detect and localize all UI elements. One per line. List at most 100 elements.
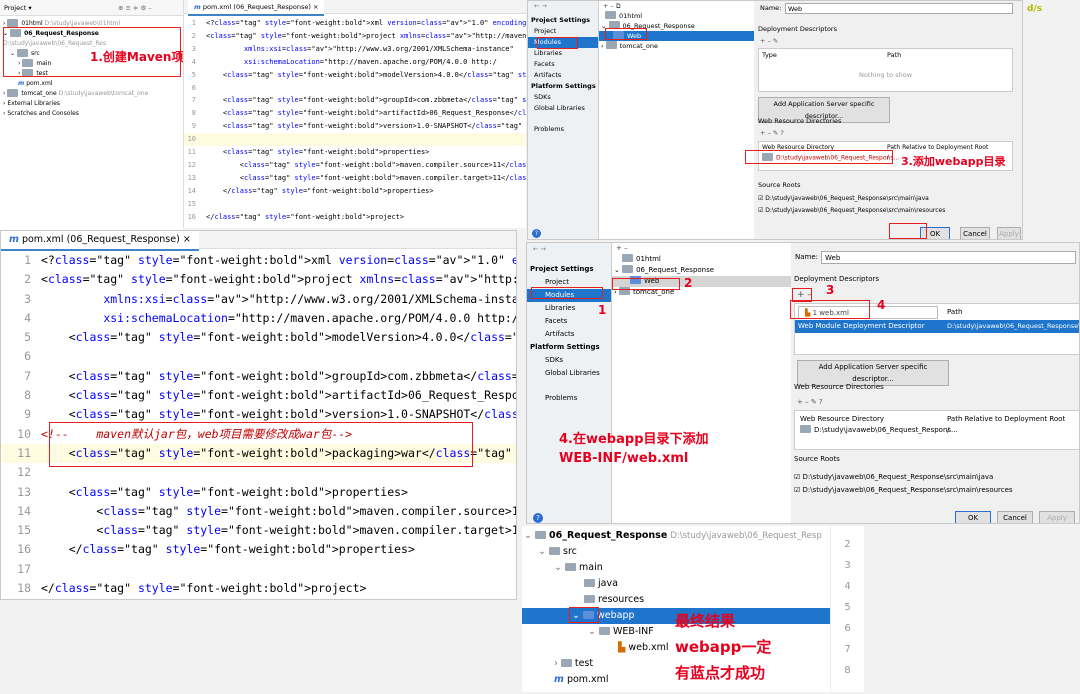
big-code-line[interactable]: 6 (1, 347, 516, 366)
big-code-line-text: xmlns:xsi=class="av">"http://www.w3.org/… (103, 291, 517, 306)
final-tree-src[interactable]: ⌄ src (522, 544, 830, 560)
dialog2-src-1[interactable]: ☑ D:\study\javaweb\06_Request_Response\s… (794, 473, 993, 481)
final-tree-main[interactable]: ⌄ main (522, 560, 830, 576)
dialog2-module-06[interactable]: ⌄ 06_Request_Response (612, 265, 791, 276)
dialog1-module-toolbar[interactable]: + – ⧉ (599, 1, 754, 11)
small-code-area[interactable]: 1 <?class="tag" style="font-weight:bold">… (184, 14, 526, 224)
dialog2-wrd-toolbar[interactable]: + – ✎ ? (797, 398, 823, 406)
small-code-line[interactable]: 11 <class="tag" style="font-weight:bold"… (184, 146, 526, 159)
big-code-line[interactable]: 5 <class="tag" style="font-weight:bold">… (1, 328, 516, 347)
small-code-line[interactable]: 5 <class="tag" style="font-weight:bold">… (184, 69, 526, 82)
toolbar-icons[interactable]: ⊕ ≡ ≑ ⚙ – (118, 0, 152, 16)
dialog2-wrd-table[interactable]: Web Resource Directory Path Relative to … (794, 410, 1079, 450)
tree-item-scratches[interactable]: › Scratches and Consoles (0, 109, 183, 119)
dialog2-module-01html[interactable]: 01html (612, 254, 791, 265)
big-code-line[interactable]: 1 <?class="tag" style="font-weight:bold">… (1, 251, 516, 270)
big-code-line-number: 18 (17, 581, 31, 596)
dialog1-help-icon[interactable]: ? (532, 229, 541, 238)
dialog2-module-toolbar[interactable]: + – (612, 243, 791, 254)
small-code-line-number: 13 (187, 173, 196, 182)
dialog1-side-artifacts[interactable]: Artifacts (528, 70, 598, 81)
dialog2-cancel-button[interactable]: Cancel (997, 511, 1033, 523)
small-code-line[interactable]: 8 <class="tag" style="font-weight:bold">… (184, 107, 526, 120)
dialog2-side-artifacts[interactable]: Artifacts (527, 328, 611, 341)
dialog1-module-tomcat[interactable]: › tomcat_one (599, 41, 754, 51)
tree-item-pom[interactable]: m pom.xml (0, 79, 183, 89)
small-code-line[interactable]: 12 <class="tag" style="font-weight:bold"… (184, 159, 526, 172)
dialog1-dd-toolbar[interactable]: + – ✎ (760, 37, 778, 45)
small-code-line-text: <class="tag" style="font-weight:bold">mo… (206, 70, 526, 79)
big-code-line[interactable]: 3 xmlns:xsi=class="av">"http://www.w3.or… (1, 290, 516, 309)
dialog2-sidebar: ← → Project Settings Project Modules Lib… (527, 243, 611, 523)
tree-item-tomcat-one[interactable]: › tomcat_one D:\study\javaweb\tomcat_one (0, 88, 183, 99)
dialog1-src-1[interactable]: ☑ D:\study\javaweb\06_Request_Response\s… (758, 195, 929, 202)
small-code-line-number: 8 (191, 109, 196, 118)
dialog2-ok-button[interactable]: OK (955, 511, 991, 523)
big-code-line[interactable]: 13 <class="tag" style="font-weight:bold"… (1, 483, 516, 502)
dialog1-side-problems[interactable]: Problems (528, 124, 598, 135)
small-editor-tab[interactable]: m pom.xml (06_Request_Response) × (188, 0, 325, 16)
dialog1-module-01html[interactable]: 01html (599, 11, 754, 21)
annotation-n2: 2 (684, 276, 693, 290)
small-code-line[interactable]: 10 (184, 133, 526, 147)
big-code-line[interactable]: 7 <class="tag" style="font-weight:bold">… (1, 367, 516, 386)
tree-item-external-libraries[interactable]: › External Libraries (0, 99, 183, 109)
dialog2-help-icon[interactable]: ? (533, 513, 543, 523)
dialog1-side-libraries[interactable]: Libraries (528, 48, 598, 59)
small-code-line-text: </class="tag" style="font-weight:bold">p… (206, 212, 405, 221)
dialog1-apply-button[interactable]: Apply (997, 227, 1021, 239)
small-code-line[interactable]: 2 <class="tag" style="font-weight:bold">p… (184, 30, 526, 43)
final-tree-resources[interactable]: resources (522, 592, 830, 608)
dialog1-nav[interactable]: ← → (528, 1, 598, 11)
small-code-line[interactable]: 14 </class="tag" style="font-weight:bold… (184, 185, 526, 198)
big-code-line[interactable]: 4 xsi:schemaLocation="http://maven.apach… (1, 309, 516, 328)
dialog1-src-2[interactable]: ☑ D:\study\javaweb\06_Request_Response\s… (758, 207, 945, 214)
dialog1-cancel-button[interactable]: Cancel (960, 227, 990, 239)
small-code-line-number: 12 (187, 160, 196, 169)
dialog2-side-global-libs[interactable]: Global Libraries (527, 367, 611, 380)
dialog2-side-h1: Project Settings (530, 265, 594, 273)
small-code-line[interactable]: 13 <class="tag" style="font-weight:bold"… (184, 172, 526, 185)
small-code-line[interactable]: 7 <class="tag" style="font-weight:bold">… (184, 94, 526, 107)
small-code-line-number: 4 (191, 57, 196, 66)
final-tree-java[interactable]: java (522, 576, 830, 592)
dialog2-apply-button[interactable]: Apply (1039, 511, 1075, 523)
dialog1-wrd-toolbar[interactable]: + – ✎ ? (760, 129, 784, 137)
small-code-line[interactable]: 3 xmlns:xsi=class="av">"http://www.w3.or… (184, 43, 526, 56)
dialog2-src-2[interactable]: ☑ D:\study\javaweb\06_Request_Response\s… (794, 486, 1013, 494)
big-code-line[interactable]: 17 (1, 560, 516, 579)
big-code-line-text: <class="tag" style="font-weight:bold">mo… (41, 330, 516, 345)
small-code-line[interactable]: 9 <class="tag" style="font-weight:bold">… (184, 120, 526, 133)
big-code-line[interactable]: 18 </class="tag" style="font-weight:bold"… (1, 579, 516, 598)
dialog1-side-facets[interactable]: Facets (528, 59, 598, 70)
big-code-line-number: 8 (24, 388, 31, 403)
big-code-line-text: </class="tag" style="font-weight:bold">p… (41, 581, 367, 596)
project-panel-title[interactable]: Project (4, 4, 26, 12)
dialog1-side-sdks[interactable]: SDKs (528, 92, 598, 103)
dialog2-close-icon[interactable]: × (1071, 243, 1079, 245)
big-code-line-number: 1 (24, 253, 31, 267)
dialog2-side-problems[interactable]: Problems (527, 392, 611, 405)
big-code-line[interactable]: 15 <class="tag" style="font-weight:bold"… (1, 521, 516, 540)
big-editor-tab[interactable]: m pom.xml (06_Request_Response) × (1, 231, 199, 251)
small-code-line[interactable]: 4 xsi:schemaLocation="http://maven.apach… (184, 56, 526, 69)
dialog1-side-project[interactable]: Project (528, 26, 598, 37)
dialog1-src-title: Source Roots (758, 181, 801, 189)
big-code-line-number: 2 (24, 272, 31, 287)
dialog1-dd-table[interactable]: Type Path Nothing to show (758, 48, 1013, 92)
small-code-line[interactable]: 15 (184, 198, 526, 211)
dialog2-name-field[interactable]: Web (821, 251, 1076, 264)
highlight-modules-1 (537, 37, 578, 49)
big-code-line[interactable]: 2 <class="tag" style="font-weight:bold">p… (1, 270, 516, 289)
small-code-line[interactable]: 1 <?class="tag" style="font-weight:bold">… (184, 17, 526, 30)
dialog2-side-sdks[interactable]: SDKs (527, 354, 611, 367)
dialog1-side-global-libs[interactable]: Global Libraries (528, 103, 598, 114)
dialog1-name-field[interactable]: Web (785, 3, 1013, 14)
big-code-line[interactable]: 14 <class="tag" style="font-weight:bold"… (1, 502, 516, 521)
small-code-line[interactable]: 6 (184, 82, 526, 95)
big-code-line[interactable]: 8 <class="tag" style="font-weight:bold">… (1, 386, 516, 405)
dialog2-nav[interactable]: ← → (527, 243, 611, 255)
small-code-line[interactable]: 16 </class="tag" style="font-weight:bold"… (184, 211, 526, 224)
big-code-line[interactable]: 16 </class="tag" style="font-weight:bold… (1, 540, 516, 559)
final-tree-root[interactable]: ⌄ 06_Request_Response D:\study\javaweb\0… (522, 528, 830, 544)
